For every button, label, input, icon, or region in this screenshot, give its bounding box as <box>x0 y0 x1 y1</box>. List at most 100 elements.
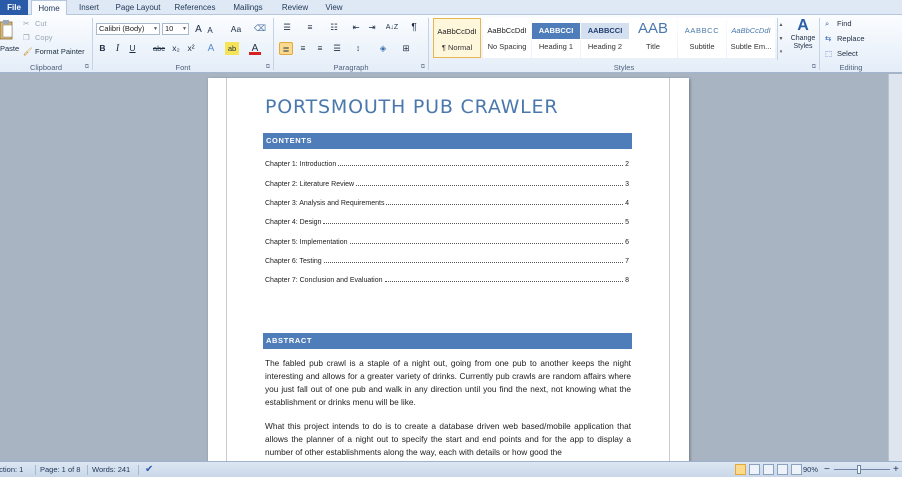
style-subtle-emphasis[interactable]: AaBbCcDdI Subtle Em... <box>727 18 775 58</box>
replace-icon: ⇆ <box>825 34 832 43</box>
toc-leader <box>338 165 624 166</box>
toc-entry-text: Chapter 2: Literature Review <box>265 181 355 188</box>
subscript-button[interactable]: x₂ <box>170 42 182 55</box>
outline-view-icon[interactable] <box>777 464 788 475</box>
strikethrough-button[interactable]: abc <box>151 42 167 55</box>
align-right-icon[interactable]: ≡ <box>313 42 327 55</box>
scroll-up-icon[interactable]: ▲ <box>778 18 784 32</box>
font-launcher-icon[interactable]: ⧉ <box>266 64 270 71</box>
zoom-out-button[interactable]: − <box>824 462 830 477</box>
font-size-select[interactable]: 10 ▼ <box>162 23 189 35</box>
show-formatting-button[interactable]: ¶ <box>408 21 420 34</box>
toc-entry[interactable]: Chapter 6: Testing 7 <box>265 255 629 265</box>
cut-button[interactable]: Cut <box>35 19 47 28</box>
justify-icon[interactable]: ☰ <box>330 42 344 55</box>
tab-home[interactable]: Home <box>31 0 67 16</box>
draft-view-icon[interactable] <box>791 464 802 475</box>
increase-indent-icon[interactable]: ⇥ <box>366 21 378 34</box>
section-indicator[interactable]: Section: 1 <box>0 462 23 477</box>
tab-references[interactable]: References <box>170 0 220 15</box>
bullets-icon[interactable]: ☰ <box>279 21 295 34</box>
styles-launcher-icon[interactable]: ⧉ <box>812 64 816 71</box>
shading-icon[interactable]: ◈ <box>375 42 391 55</box>
style-title[interactable]: AAB Title <box>629 18 677 58</box>
word-count[interactable]: Words: 241 <box>92 462 130 477</box>
style-normal[interactable]: AaBbCcDdI ¶ Normal <box>433 18 481 58</box>
toc-entry[interactable]: Chapter 3: Analysis and Requirements 4 <box>265 197 629 207</box>
style-heading-2[interactable]: AABBCCI Heading 2 <box>581 18 629 58</box>
clear-formatting-icon[interactable]: ⌫ <box>253 22 267 35</box>
web-layout-view-icon[interactable] <box>763 464 774 475</box>
toc-entry[interactable]: Chapter 4: Design 5 <box>265 216 629 226</box>
zoom-level[interactable]: 90% <box>803 462 818 477</box>
format-painter-button[interactable]: Format Painter <box>35 47 85 56</box>
decrease-indent-icon[interactable]: ⇤ <box>350 21 362 34</box>
print-layout-view-icon[interactable] <box>735 464 746 475</box>
tab-view[interactable]: View <box>319 0 349 15</box>
more-styles-icon[interactable]: ▾ <box>778 46 784 58</box>
tab-mailings[interactable]: Mailings <box>227 0 269 15</box>
borders-icon[interactable]: ⊞ <box>398 42 414 55</box>
multilevel-list-icon[interactable]: ☷ <box>326 21 342 34</box>
style-name: Subtitle <box>689 42 715 51</box>
toc-entry[interactable]: Chapter 2: Literature Review 3 <box>265 178 629 188</box>
sort-button[interactable]: A↓Z <box>384 21 400 34</box>
font-color-button[interactable]: A <box>249 42 261 55</box>
bold-button[interactable]: B <box>97 42 108 55</box>
paragraph-launcher-icon[interactable]: ⧉ <box>421 64 425 71</box>
toc-leader <box>349 243 624 244</box>
underline-button[interactable]: U <box>127 42 138 55</box>
toc-entry[interactable]: Chapter 1: Introduction 2 <box>265 158 629 168</box>
align-left-icon[interactable]: ≣ <box>279 42 293 55</box>
font-name-select[interactable]: Calibri (Body) ▼ <box>96 23 160 35</box>
replace-button[interactable]: Replace <box>837 34 865 43</box>
document-page[interactable]: PORTSMOUTH PUB CRAWLER CONTENTS Chapter … <box>208 78 689 461</box>
vertical-scrollbar[interactable] <box>888 74 902 461</box>
style-heading-1[interactable]: AABBCCI Heading 1 <box>532 18 580 58</box>
style-subtitle[interactable]: AABBCC Subtitle <box>678 18 726 58</box>
proofing-icon[interactable]: ✔ <box>145 462 153 477</box>
clipboard-launcher-icon[interactable]: ⧉ <box>85 64 89 71</box>
paste-button[interactable]: Paste <box>0 44 19 53</box>
toc-entry-text: Chapter 1: Introduction <box>265 161 337 168</box>
find-button[interactable]: Find <box>837 19 852 28</box>
toc-entry[interactable]: Chapter 7: Conclusion and Evaluation 8 <box>265 274 629 284</box>
copy-button[interactable]: Copy <box>35 33 53 42</box>
grow-font-button[interactable]: A <box>193 23 204 36</box>
font-group-label: Font <box>175 63 191 72</box>
select-button[interactable]: Select <box>837 49 858 58</box>
abstract-paragraph: The fabled pub crawl is a staple of a ni… <box>265 358 631 407</box>
line-spacing-icon[interactable]: ↕ <box>350 42 366 55</box>
paste-icon <box>0 19 14 41</box>
scroll-down-icon[interactable]: ▼ <box>778 32 784 46</box>
zoom-in-button[interactable]: + <box>893 462 899 477</box>
shrink-font-button[interactable]: A <box>205 24 215 37</box>
style-sample: AaBbCcDdI <box>437 27 477 36</box>
toc-entry[interactable]: Chapter 5: Implementation 6 <box>265 236 629 246</box>
find-icon: ⌕ <box>825 19 830 28</box>
italic-button[interactable]: I <box>112 42 123 55</box>
tab-insert[interactable]: Insert <box>72 0 106 15</box>
toc-leader <box>323 262 624 263</box>
align-center-icon[interactable]: ≡ <box>296 42 310 55</box>
chevron-down-icon: ▼ <box>182 26 187 32</box>
change-styles-button[interactable]: A Change Styles <box>788 17 818 61</box>
zoom-slider-thumb[interactable] <box>857 465 862 474</box>
style-no-spacing[interactable]: AaBbCcDdI No Spacing <box>483 18 531 58</box>
paragraph-group-label: Paragraph <box>333 63 369 72</box>
page-indicator[interactable]: Page: 1 of 8 <box>40 462 80 477</box>
zoom-slider[interactable] <box>834 469 890 470</box>
text-effects-button[interactable]: A <box>205 42 217 55</box>
tab-file[interactable]: File <box>0 0 28 15</box>
change-case-button[interactable]: Aa <box>229 23 243 36</box>
highlight-button[interactable]: ab <box>225 42 239 55</box>
tab-page-layout[interactable]: Page Layout <box>112 0 164 15</box>
full-screen-view-icon[interactable] <box>749 464 760 475</box>
cut-icon: ✂ <box>23 19 30 28</box>
tab-review[interactable]: Review <box>276 0 314 15</box>
superscript-button[interactable]: x² <box>185 42 197 55</box>
status-bar: Section: 1 Page: 1 of 8 Words: 241 ✔ 90%… <box>0 461 902 477</box>
styles-scroll[interactable]: ▲ ▼ ▾ <box>777 18 784 60</box>
style-name: Subtle Em... <box>730 42 772 51</box>
numbering-icon[interactable]: ≡ <box>302 21 318 34</box>
